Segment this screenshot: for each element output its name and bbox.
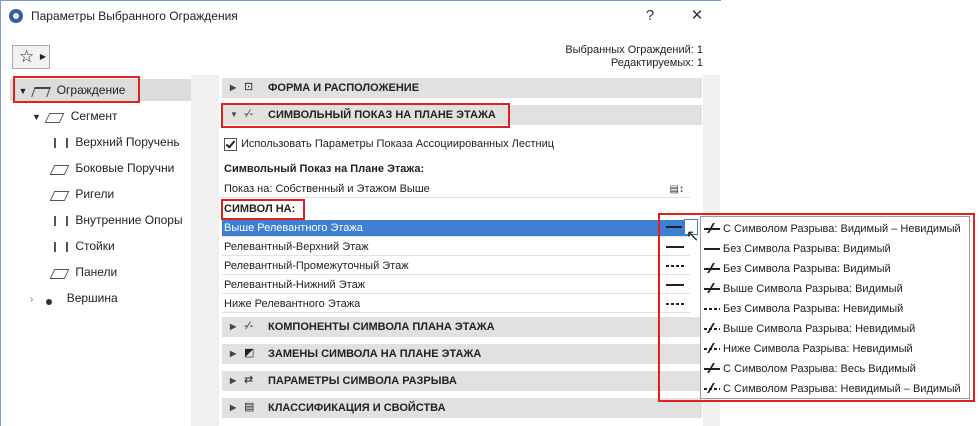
story-row-label: Ниже Релевантного Этажа bbox=[224, 298, 361, 310]
document-icon: ▤ bbox=[244, 401, 255, 413]
selected-count: Выбранных Ограждений: 1 bbox=[565, 44, 703, 56]
story-row-label: Релевантный-Промежуточный Этаж bbox=[224, 260, 409, 272]
tree-item-posts[interactable]: Стойки bbox=[52, 235, 115, 257]
chevron-right-icon: ▶ bbox=[230, 349, 237, 358]
chevron-down-icon: ▼ bbox=[32, 112, 41, 122]
checkbox-icon bbox=[224, 137, 237, 151]
section-title: ПАРАМЕТРЫ СИМВОЛА РАЗРЫВА bbox=[268, 375, 457, 387]
highlight-symbolic-section bbox=[221, 103, 510, 128]
section-classification[interactable]: ▶ ▤ КЛАССИФИКАЦИЯ И СВОЙСТВА bbox=[222, 398, 702, 418]
highlight-dropdown bbox=[658, 213, 975, 402]
tree-item-label: Сегмент bbox=[70, 109, 118, 123]
tree-item-rails[interactable]: Ригели bbox=[52, 183, 114, 205]
vertex-icon bbox=[43, 293, 59, 305]
use-stair-params-checkbox[interactable]: Использовать Параметры Показа Ассоцииров… bbox=[224, 136, 554, 152]
tree-item-vertex[interactable]: › Вершина bbox=[30, 287, 118, 309]
handrail-icon bbox=[52, 163, 68, 175]
tree-item-label: Верхний Поручень bbox=[75, 135, 180, 149]
chevron-right-icon: ▶ bbox=[230, 376, 237, 385]
app-icon bbox=[9, 9, 23, 23]
story-row-label: Выше Релевантного Этажа bbox=[224, 222, 363, 234]
section-title: КЛАССИФИКАЦИЯ И СВОЙСТВА bbox=[268, 402, 446, 414]
section-form-position[interactable]: ▶ ⊡ ФОРМА И РАСПОЛОЖЕНИЕ bbox=[222, 78, 702, 98]
floor-display-icon: ▤↕ bbox=[669, 184, 684, 195]
tree-item-label: Внутренние Опоры bbox=[75, 213, 183, 227]
tree-item-label: Панели bbox=[75, 265, 118, 279]
tree-item-panels[interactable]: Панели bbox=[52, 261, 117, 283]
section-overrides[interactable]: ▶ ◩ ЗАМЕНЫ СИМВОЛА НА ПЛАНЕ ЭТАЖА bbox=[222, 344, 702, 364]
story-row-rel-top[interactable]: Релевантный-Верхний Этаж bbox=[222, 239, 690, 256]
highlight-railing bbox=[13, 76, 140, 103]
caret-right-icon: ▶ bbox=[39, 52, 46, 61]
story-row-rel-bottom[interactable]: Релевантный-Нижний Этаж bbox=[222, 277, 690, 294]
favorites-button[interactable]: ☆ ▶ bbox=[12, 45, 50, 69]
chevron-right-icon: ▶ bbox=[230, 322, 237, 331]
chevron-right-icon: › bbox=[30, 294, 34, 305]
story-row-label: Релевантный-Верхний Этаж bbox=[224, 241, 369, 253]
window-title: Параметры Выбранного Ограждения bbox=[31, 9, 238, 23]
form-icon: ⊡ bbox=[244, 81, 254, 93]
chevron-right-icon: ▶ bbox=[230, 403, 237, 412]
display-heading: Символьный Показ на Плане Этажа: bbox=[224, 163, 425, 175]
section-break-params[interactable]: ▶ ⇄ ПАРАМЕТРЫ СИМВОЛА РАЗРЫВА bbox=[222, 371, 702, 391]
rail-icon bbox=[52, 189, 68, 201]
panel-divider[interactable] bbox=[191, 75, 219, 426]
tree-item-label: Ригели bbox=[75, 187, 115, 201]
override-icon: ◩ bbox=[244, 347, 255, 359]
story-row-label: Релевантный-Нижний Этаж bbox=[224, 279, 366, 291]
selection-counts: Выбранных Ограждений: 1 Редактируемых: 1 bbox=[565, 44, 703, 70]
segment-icon bbox=[47, 111, 63, 123]
top-rail-icon bbox=[52, 137, 68, 149]
section-title: ЗАМЕНЫ СИМВОЛА НА ПЛАНЕ ЭТАЖА bbox=[268, 348, 482, 360]
help-button[interactable]: ? bbox=[637, 5, 663, 27]
tree-item-handrails[interactable]: Боковые Поручни bbox=[52, 157, 174, 179]
inner-post-icon bbox=[52, 215, 68, 227]
section-components[interactable]: ▶ -⁄- КОМПОНЕНТЫ СИМВОЛА ПЛАНА ЭТАЖА bbox=[222, 317, 702, 337]
tree-item-label: Вершина bbox=[66, 291, 118, 305]
break-params-icon: ⇄ bbox=[244, 374, 254, 386]
section-title: КОМПОНЕНТЫ СИМВОЛА ПЛАНА ЭТАЖА bbox=[268, 321, 495, 333]
tree-item-inner-posts[interactable]: Внутренние Опоры bbox=[52, 209, 183, 231]
story-row-rel-middle[interactable]: Релевантный-Промежуточный Этаж bbox=[222, 258, 690, 275]
post-icon bbox=[52, 241, 68, 253]
tree-item-segment[interactable]: ▼ Сегмент bbox=[32, 105, 117, 127]
tree-item-top-rail[interactable]: Верхний Поручень bbox=[52, 131, 180, 153]
highlight-symbol-on bbox=[221, 199, 305, 220]
story-row-above[interactable]: Выше Релевантного Этажа bbox=[222, 220, 690, 237]
break-symbol-icon: -⁄- bbox=[244, 320, 254, 332]
chevron-right-icon: ▶ bbox=[230, 83, 237, 92]
checkbox-label: Использовать Параметры Показа Ассоцииров… bbox=[241, 138, 555, 150]
star-icon: ☆ bbox=[19, 47, 35, 66]
section-title: ФОРМА И РАСПОЛОЖЕНИЕ bbox=[268, 82, 420, 94]
story-row-below[interactable]: Ниже Релевантного Этажа bbox=[222, 296, 690, 313]
show-on-field[interactable]: Показ на: Собственный и Этажом Выше ▤↕ bbox=[222, 181, 690, 198]
editable-count: Редактируемых: 1 bbox=[610, 57, 703, 69]
tree-item-label: Стойки bbox=[75, 239, 115, 253]
tree-item-label: Боковые Поручни bbox=[75, 161, 175, 175]
title-bar: Параметры Выбранного Ограждения ? ✕ bbox=[1, 1, 721, 31]
close-button[interactable]: ✕ bbox=[684, 5, 710, 27]
panel-icon bbox=[52, 267, 68, 279]
show-on-value: Показ на: Собственный и Этажом Выше bbox=[224, 183, 430, 195]
